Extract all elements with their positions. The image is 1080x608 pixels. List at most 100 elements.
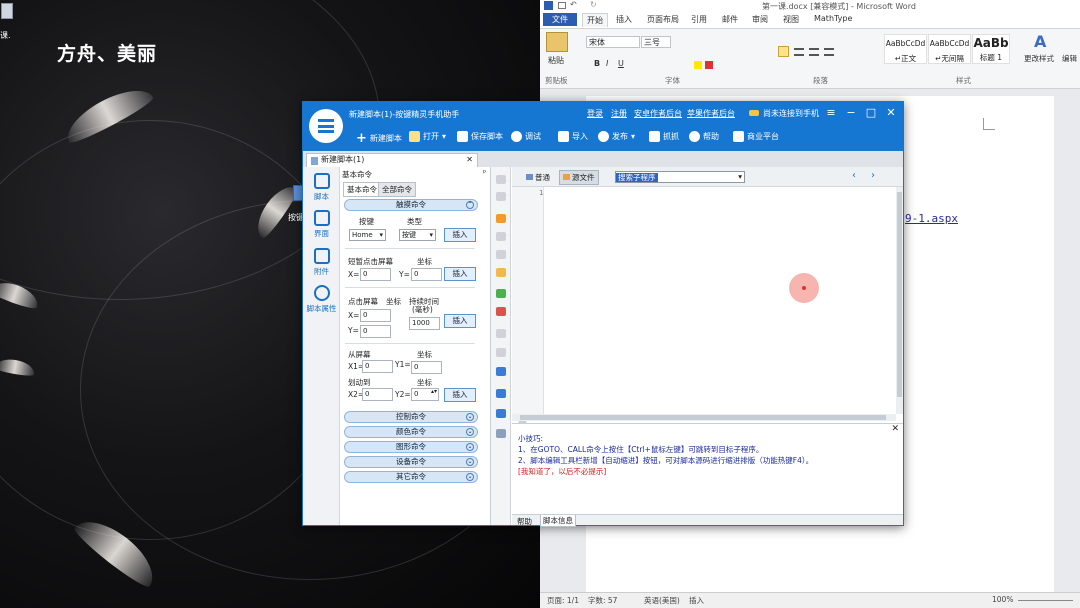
tap-y-input[interactable]: 0 bbox=[411, 268, 442, 281]
font-name-select[interactable]: 宋体 bbox=[586, 36, 640, 48]
outdent-icon[interactable] bbox=[496, 348, 506, 357]
tab-references[interactable]: 引用 bbox=[691, 14, 707, 25]
debug-button[interactable]: 调试 bbox=[511, 131, 541, 142]
import-button[interactable]: 导入 bbox=[558, 131, 588, 142]
zoom-slider[interactable] bbox=[1018, 600, 1073, 601]
editor-hscroll[interactable] bbox=[512, 414, 896, 421]
mode-source-tab[interactable]: 源文件 bbox=[559, 170, 599, 185]
category-graphics[interactable]: 图形命令 ⌄ bbox=[344, 441, 478, 453]
close-tips-icon[interactable]: ✕ bbox=[891, 424, 899, 434]
undo-icon[interactable]: ↶ bbox=[570, 0, 577, 9]
find-icon[interactable] bbox=[496, 268, 506, 277]
close-icon[interactable]: ✕ bbox=[883, 106, 899, 119]
status-zoom[interactable]: 100% bbox=[992, 595, 1013, 604]
minimize-icon[interactable]: − bbox=[843, 106, 859, 119]
change-styles-icon[interactable]: A bbox=[1034, 32, 1046, 51]
tab-all-commands[interactable]: 全部命令 bbox=[378, 182, 416, 197]
category-device[interactable]: 设备命令 ⌄ bbox=[344, 456, 478, 468]
maximize-icon[interactable]: □ bbox=[863, 106, 879, 119]
nav-attachments[interactable]: 附件 bbox=[303, 248, 340, 277]
edit-label[interactable]: 编辑 bbox=[1062, 53, 1077, 64]
comment-icon[interactable] bbox=[496, 289, 506, 298]
type-select[interactable]: 按键 ▾ bbox=[399, 229, 436, 241]
category-touch[interactable]: 触摸命令 ⌃ bbox=[344, 199, 478, 211]
indent-icon[interactable] bbox=[496, 329, 506, 338]
tab-mailings[interactable]: 邮件 bbox=[722, 14, 738, 25]
business-platform-button[interactable]: 商业平台 bbox=[733, 131, 779, 142]
change-styles-label[interactable]: 更改样式 bbox=[1024, 53, 1054, 64]
close-tab-icon[interactable]: ✕ bbox=[466, 154, 473, 166]
justify-button[interactable] bbox=[824, 48, 834, 56]
key-select[interactable]: Home ▾ bbox=[349, 229, 386, 241]
scroll-thumb[interactable] bbox=[897, 192, 902, 397]
undo-icon[interactable] bbox=[496, 232, 506, 241]
italic-button[interactable]: I bbox=[606, 59, 608, 68]
save-icon[interactable] bbox=[558, 2, 566, 9]
code-editor[interactable]: 1 bbox=[512, 187, 903, 421]
goto-icon[interactable] bbox=[496, 367, 506, 376]
font-color-icon[interactable] bbox=[705, 61, 713, 69]
apple-author-link[interactable]: 苹果作者后台 bbox=[687, 108, 735, 119]
align-left-button[interactable] bbox=[778, 46, 789, 57]
insert-key-button[interactable]: 插入 bbox=[444, 228, 476, 242]
hold-duration-input[interactable]: 1000 bbox=[409, 317, 440, 330]
mode-normal-tab[interactable]: 普通 bbox=[526, 172, 550, 183]
tab-basic-commands[interactable]: 基本命令 bbox=[343, 182, 381, 197]
save-script-button[interactable]: 保存脚本 bbox=[457, 131, 503, 142]
style-no-spacing[interactable]: AaBbCcDd ↵无间隔 bbox=[928, 34, 971, 64]
desktop-file-icon[interactable] bbox=[1, 3, 13, 19]
nav-ui[interactable]: 界面 bbox=[303, 210, 340, 239]
tab-home[interactable]: 开始 bbox=[582, 13, 608, 27]
register-link[interactable]: 注册 bbox=[611, 108, 627, 119]
paste-icon[interactable] bbox=[496, 214, 506, 223]
tab-script-info[interactable]: 脚本信息 bbox=[540, 515, 576, 527]
category-control[interactable]: 控制命令 ⌄ bbox=[344, 411, 478, 423]
redo-icon[interactable] bbox=[496, 250, 506, 259]
tab-view[interactable]: 视图 bbox=[783, 14, 799, 25]
pin-icon[interactable]: ᵖ bbox=[483, 168, 486, 177]
hold-y-input[interactable]: 0 bbox=[360, 325, 391, 338]
copy-icon[interactable] bbox=[496, 192, 506, 201]
login-link[interactable]: 登录 bbox=[587, 108, 603, 119]
insert-tap-button[interactable]: 插入 bbox=[444, 267, 476, 281]
insert-hold-button[interactable]: 插入 bbox=[444, 314, 476, 328]
subroutine-select[interactable]: 搜索子程序 ▾ bbox=[615, 171, 745, 183]
status-page[interactable]: 页面: 1/1 bbox=[547, 595, 579, 606]
prev-arrow-icon[interactable]: ‹ bbox=[852, 170, 856, 181]
swipe-x2-input[interactable]: 0 bbox=[362, 388, 393, 401]
underline-button[interactable]: U bbox=[618, 59, 624, 68]
tab-page-layout[interactable]: 页面布局 bbox=[647, 14, 679, 25]
capture-button[interactable]: 抓抓 bbox=[649, 131, 679, 142]
tab-review[interactable]: 审阅 bbox=[752, 14, 768, 25]
android-author-link[interactable]: 安卓作者后台 bbox=[634, 108, 682, 119]
highlight-icon[interactable] bbox=[694, 61, 702, 69]
tab-insert[interactable]: 插入 bbox=[616, 14, 632, 25]
tab-file[interactable]: 文件 bbox=[543, 13, 577, 26]
style-normal[interactable]: AaBbCcDd ↵正文 bbox=[884, 34, 927, 64]
publish-button[interactable]: 发布 ▾ bbox=[598, 131, 635, 142]
redo-icon[interactable]: ↻ bbox=[590, 0, 597, 9]
tap-x-input[interactable]: 0 bbox=[360, 268, 391, 281]
hold-x-input[interactable]: 0 bbox=[360, 309, 391, 322]
search-icon[interactable] bbox=[496, 389, 506, 398]
status-lang[interactable]: 英语(美国) bbox=[644, 595, 680, 606]
cut-icon[interactable] bbox=[496, 175, 506, 184]
style-heading1[interactable]: AaBb 标题 1 bbox=[972, 34, 1010, 64]
status-words[interactable]: 字数: 57 bbox=[588, 595, 617, 606]
swipe-x1-input[interactable]: 0 bbox=[362, 360, 393, 373]
font-size-select[interactable]: 三号 bbox=[641, 36, 671, 48]
swipe-y1-input[interactable]: 0 bbox=[411, 361, 442, 374]
align-right-button[interactable] bbox=[809, 48, 819, 56]
image-icon[interactable] bbox=[496, 429, 506, 438]
new-script-button[interactable]: + 新建脚本 bbox=[356, 131, 402, 146]
tab-mathtype[interactable]: MathType bbox=[814, 14, 852, 23]
editor-vscroll[interactable] bbox=[896, 187, 903, 414]
bold-button[interactable]: B bbox=[594, 59, 600, 68]
uncomment-icon[interactable] bbox=[496, 307, 506, 316]
next-arrow-icon[interactable]: › bbox=[871, 170, 875, 181]
replace-icon[interactable] bbox=[496, 409, 506, 418]
category-other[interactable]: 其它命令 ⌄ bbox=[344, 471, 478, 483]
spinner-icon[interactable]: ▴▾ bbox=[431, 388, 437, 395]
paste-icon[interactable] bbox=[546, 32, 568, 52]
app-menu-icon[interactable] bbox=[309, 109, 343, 143]
